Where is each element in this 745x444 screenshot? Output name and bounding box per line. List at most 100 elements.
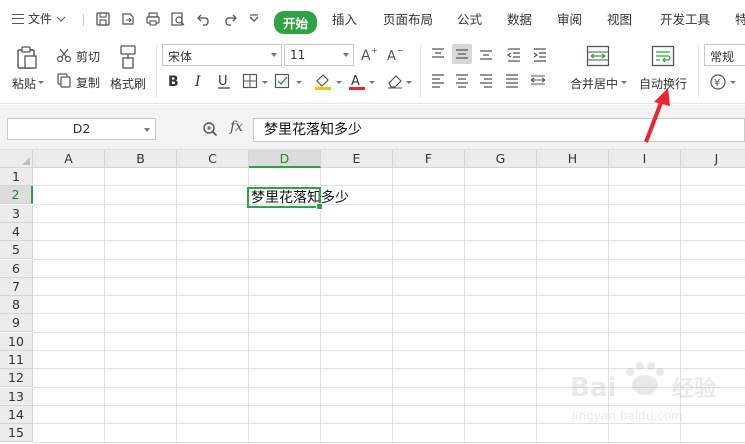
italic-icon[interactable]: I: [192, 72, 208, 90]
row-header-10[interactable]: 10: [0, 332, 33, 351]
border-dropdown-icon[interactable]: [262, 81, 268, 84]
tab-data[interactable]: 数据: [507, 9, 532, 28]
tab-home[interactable]: 开始: [274, 11, 318, 34]
row-header-9[interactable]: 9: [0, 314, 33, 333]
tab-page-layout[interactable]: 页面布局: [383, 9, 433, 28]
row-header-13[interactable]: 13: [0, 387, 33, 406]
row-header-11[interactable]: 11: [0, 351, 33, 369]
svg-text:A: A: [361, 48, 371, 63]
paste-button[interactable]: 粘贴: [12, 75, 36, 92]
format-painter-icon[interactable]: [118, 44, 138, 70]
grid-row-line: [33, 258, 745, 260]
file-menu-button[interactable]: 文件: [12, 10, 66, 27]
number-format-select[interactable]: 常规: [704, 44, 745, 66]
cut-button[interactable]: 剪切: [76, 48, 100, 65]
copy-icon[interactable]: [56, 72, 72, 88]
column-header-d[interactable]: D: [249, 150, 321, 168]
merge-icon[interactable]: [586, 45, 610, 67]
cell-style-dropdown-icon[interactable]: [296, 81, 302, 84]
font-size-select[interactable]: 11: [284, 44, 354, 66]
align-center-icon[interactable]: [452, 70, 472, 90]
name-box[interactable]: D2: [7, 118, 156, 140]
underline-icon[interactable]: U: [216, 72, 232, 90]
row-header-14[interactable]: 14: [0, 405, 33, 424]
zoom-icon[interactable]: [202, 121, 218, 137]
grid-row-line: [33, 441, 745, 443]
row-header-15[interactable]: 15: [0, 424, 33, 443]
decrease-indent-icon[interactable]: [504, 44, 524, 64]
selected-cell[interactable]: [247, 187, 323, 210]
font-color-icon[interactable]: A: [348, 72, 366, 90]
select-all-corner[interactable]: [0, 150, 33, 168]
column-header-b[interactable]: B: [105, 150, 177, 168]
fill-color-dropdown-icon[interactable]: [336, 81, 342, 84]
border-icon[interactable]: [242, 73, 258, 89]
align-left-icon[interactable]: [428, 70, 448, 90]
align-bottom-icon[interactable]: [476, 44, 496, 64]
row-header-5[interactable]: 5: [0, 241, 33, 260]
svg-text:A: A: [351, 74, 360, 89]
clear-dropdown-icon[interactable]: [406, 81, 412, 84]
font-color-dropdown-icon[interactable]: [369, 81, 375, 84]
paste-dropdown-icon[interactable]: [38, 81, 44, 84]
currency-dropdown-icon[interactable]: [730, 81, 736, 84]
row-header-8[interactable]: 8: [0, 296, 33, 315]
paste-icon[interactable]: [16, 46, 38, 70]
row-header-1[interactable]: 1: [0, 168, 33, 186]
save-icon[interactable]: [95, 11, 111, 27]
fx-button[interactable]: fx: [230, 119, 243, 135]
svg-text:−: −: [397, 46, 404, 55]
increase-indent-icon[interactable]: [530, 44, 550, 64]
format-painter-button[interactable]: 格式刷: [110, 75, 146, 92]
justify-icon[interactable]: [502, 70, 522, 90]
column-header-g[interactable]: G: [465, 150, 537, 168]
row-header-7[interactable]: 7: [0, 277, 33, 296]
align-right-icon[interactable]: [476, 70, 496, 90]
row-header-6[interactable]: 6: [0, 259, 33, 278]
tab-developer[interactable]: 开发工具: [660, 9, 710, 28]
cut-icon[interactable]: [56, 47, 72, 63]
currency-icon[interactable]: ¥: [709, 73, 727, 91]
tab-review[interactable]: 审阅: [557, 9, 582, 28]
column-header-a[interactable]: A: [33, 150, 105, 168]
redo-icon[interactable]: [222, 11, 238, 27]
wrap-icon[interactable]: [651, 45, 675, 67]
row-header-12[interactable]: 12: [0, 369, 33, 388]
decrease-font-icon[interactable]: A −: [386, 45, 404, 63]
column-header-i[interactable]: I: [609, 150, 681, 168]
grid-row-line: [33, 203, 745, 205]
fill-color-icon[interactable]: [314, 72, 332, 90]
quick-access-dropdown-icon[interactable]: [246, 11, 262, 27]
column-header-f[interactable]: F: [393, 150, 465, 168]
merge-dropdown-icon[interactable]: [621, 81, 627, 84]
merge-center-button[interactable]: 合并居中: [570, 75, 618, 92]
tab-view[interactable]: 视图: [607, 9, 632, 28]
font-name-select[interactable]: 宋体: [162, 44, 282, 66]
chevron-down-icon: [144, 128, 150, 132]
align-top-icon[interactable]: [428, 44, 448, 64]
print-preview-icon[interactable]: [170, 11, 186, 27]
bold-icon[interactable]: B: [166, 72, 182, 90]
copy-button[interactable]: 复制: [76, 74, 100, 91]
row-header-3[interactable]: 3: [0, 204, 33, 223]
column-header-c[interactable]: C: [177, 150, 249, 168]
export-icon[interactable]: [120, 11, 136, 27]
increase-font-icon[interactable]: A +: [360, 45, 378, 63]
svg-text:B: B: [168, 74, 179, 90]
row-header-2[interactable]: 2: [0, 186, 33, 205]
column-header-j[interactable]: J: [681, 150, 745, 168]
tab-insert[interactable]: 插入: [332, 9, 357, 28]
align-middle-icon[interactable]: [452, 44, 472, 64]
column-header-h[interactable]: H: [537, 150, 609, 168]
ribbon: 粘贴 剪切 复制 格式刷 宋体 11 A + A − B I U A 合并居中 …: [0, 38, 745, 104]
print-icon[interactable]: [145, 11, 161, 27]
cell-style-icon[interactable]: [274, 73, 292, 89]
row-header-4[interactable]: 4: [0, 222, 33, 241]
tab-special[interactable]: 特: [735, 9, 745, 28]
tab-formulas[interactable]: 公式: [457, 9, 482, 28]
column-header-e[interactable]: E: [321, 150, 393, 168]
clear-icon[interactable]: [386, 72, 404, 90]
distributed-icon[interactable]: [528, 70, 548, 90]
undo-icon[interactable]: [196, 11, 212, 27]
grid-column-line: [176, 168, 177, 444]
